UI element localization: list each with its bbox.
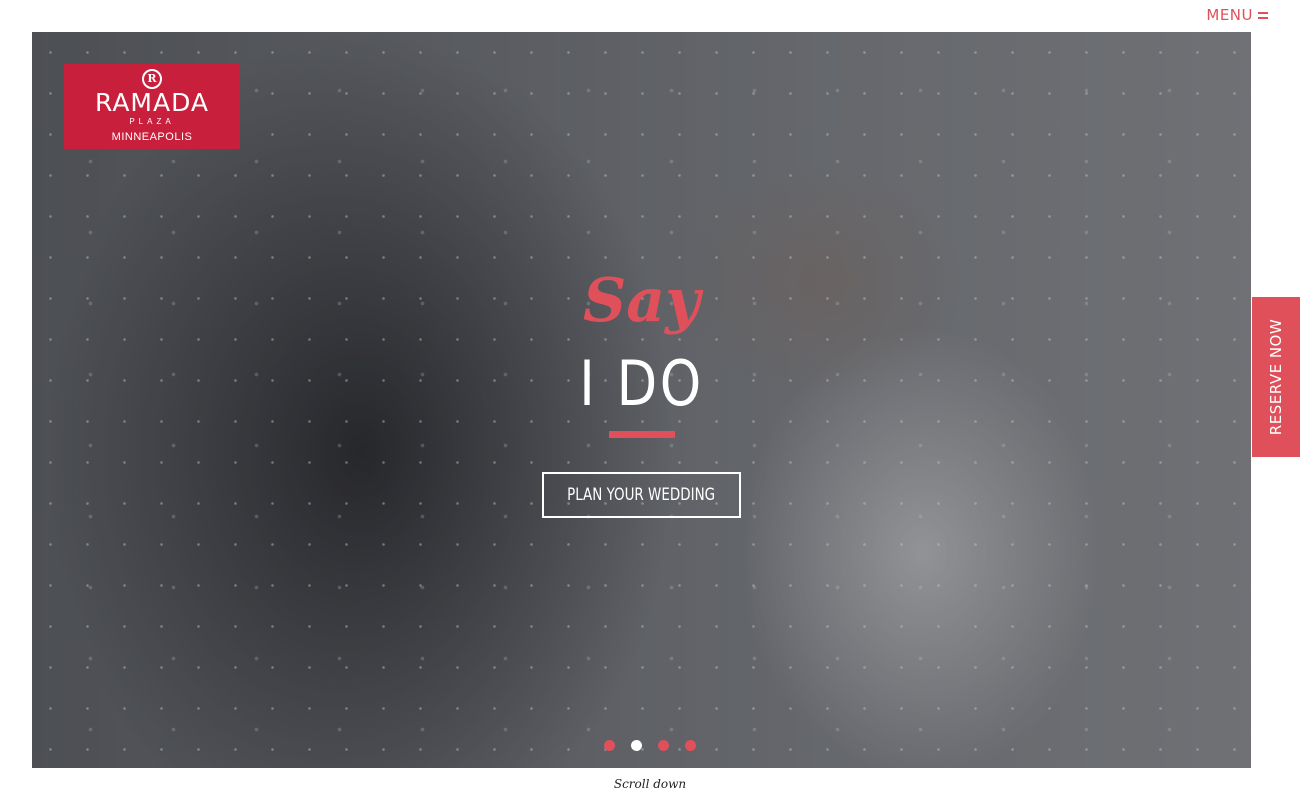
- headline-underline: [609, 431, 675, 438]
- slide-dot-4[interactable]: [685, 740, 696, 751]
- plan-wedding-label: PLAN YOUR WEDDING: [567, 485, 716, 505]
- menu-label: MENU: [1206, 6, 1253, 24]
- slide-dot-3[interactable]: [658, 740, 669, 751]
- plan-wedding-button[interactable]: PLAN YOUR WEDDING: [542, 472, 741, 518]
- hero-headline: I DO: [579, 347, 704, 420]
- menu-button[interactable]: MENU: [1206, 6, 1268, 24]
- reserve-now-label: RESERVE NOW: [1267, 318, 1285, 436]
- logo-sub: PLAZA: [129, 117, 175, 126]
- logo-mark-icon: R: [142, 69, 162, 89]
- scroll-down-link[interactable]: Scroll down: [0, 777, 1300, 791]
- hamburger-icon: [1258, 11, 1268, 19]
- logo-name: RAMADA: [94, 88, 210, 117]
- logo-city: MINNEAPOLIS: [111, 131, 193, 143]
- hero-banner: R RAMADA PLAZA MINNEAPOLIS Say I DO PLAN…: [32, 32, 1251, 768]
- slide-dot-2[interactable]: [631, 740, 642, 751]
- slide-dots: [604, 740, 696, 751]
- hero-script-text: Say: [582, 266, 701, 336]
- ramada-logo[interactable]: R RAMADA PLAZA MINNEAPOLIS: [64, 64, 240, 149]
- reserve-now-button[interactable]: RESERVE NOW: [1252, 297, 1300, 457]
- slide-dot-1[interactable]: [604, 740, 615, 751]
